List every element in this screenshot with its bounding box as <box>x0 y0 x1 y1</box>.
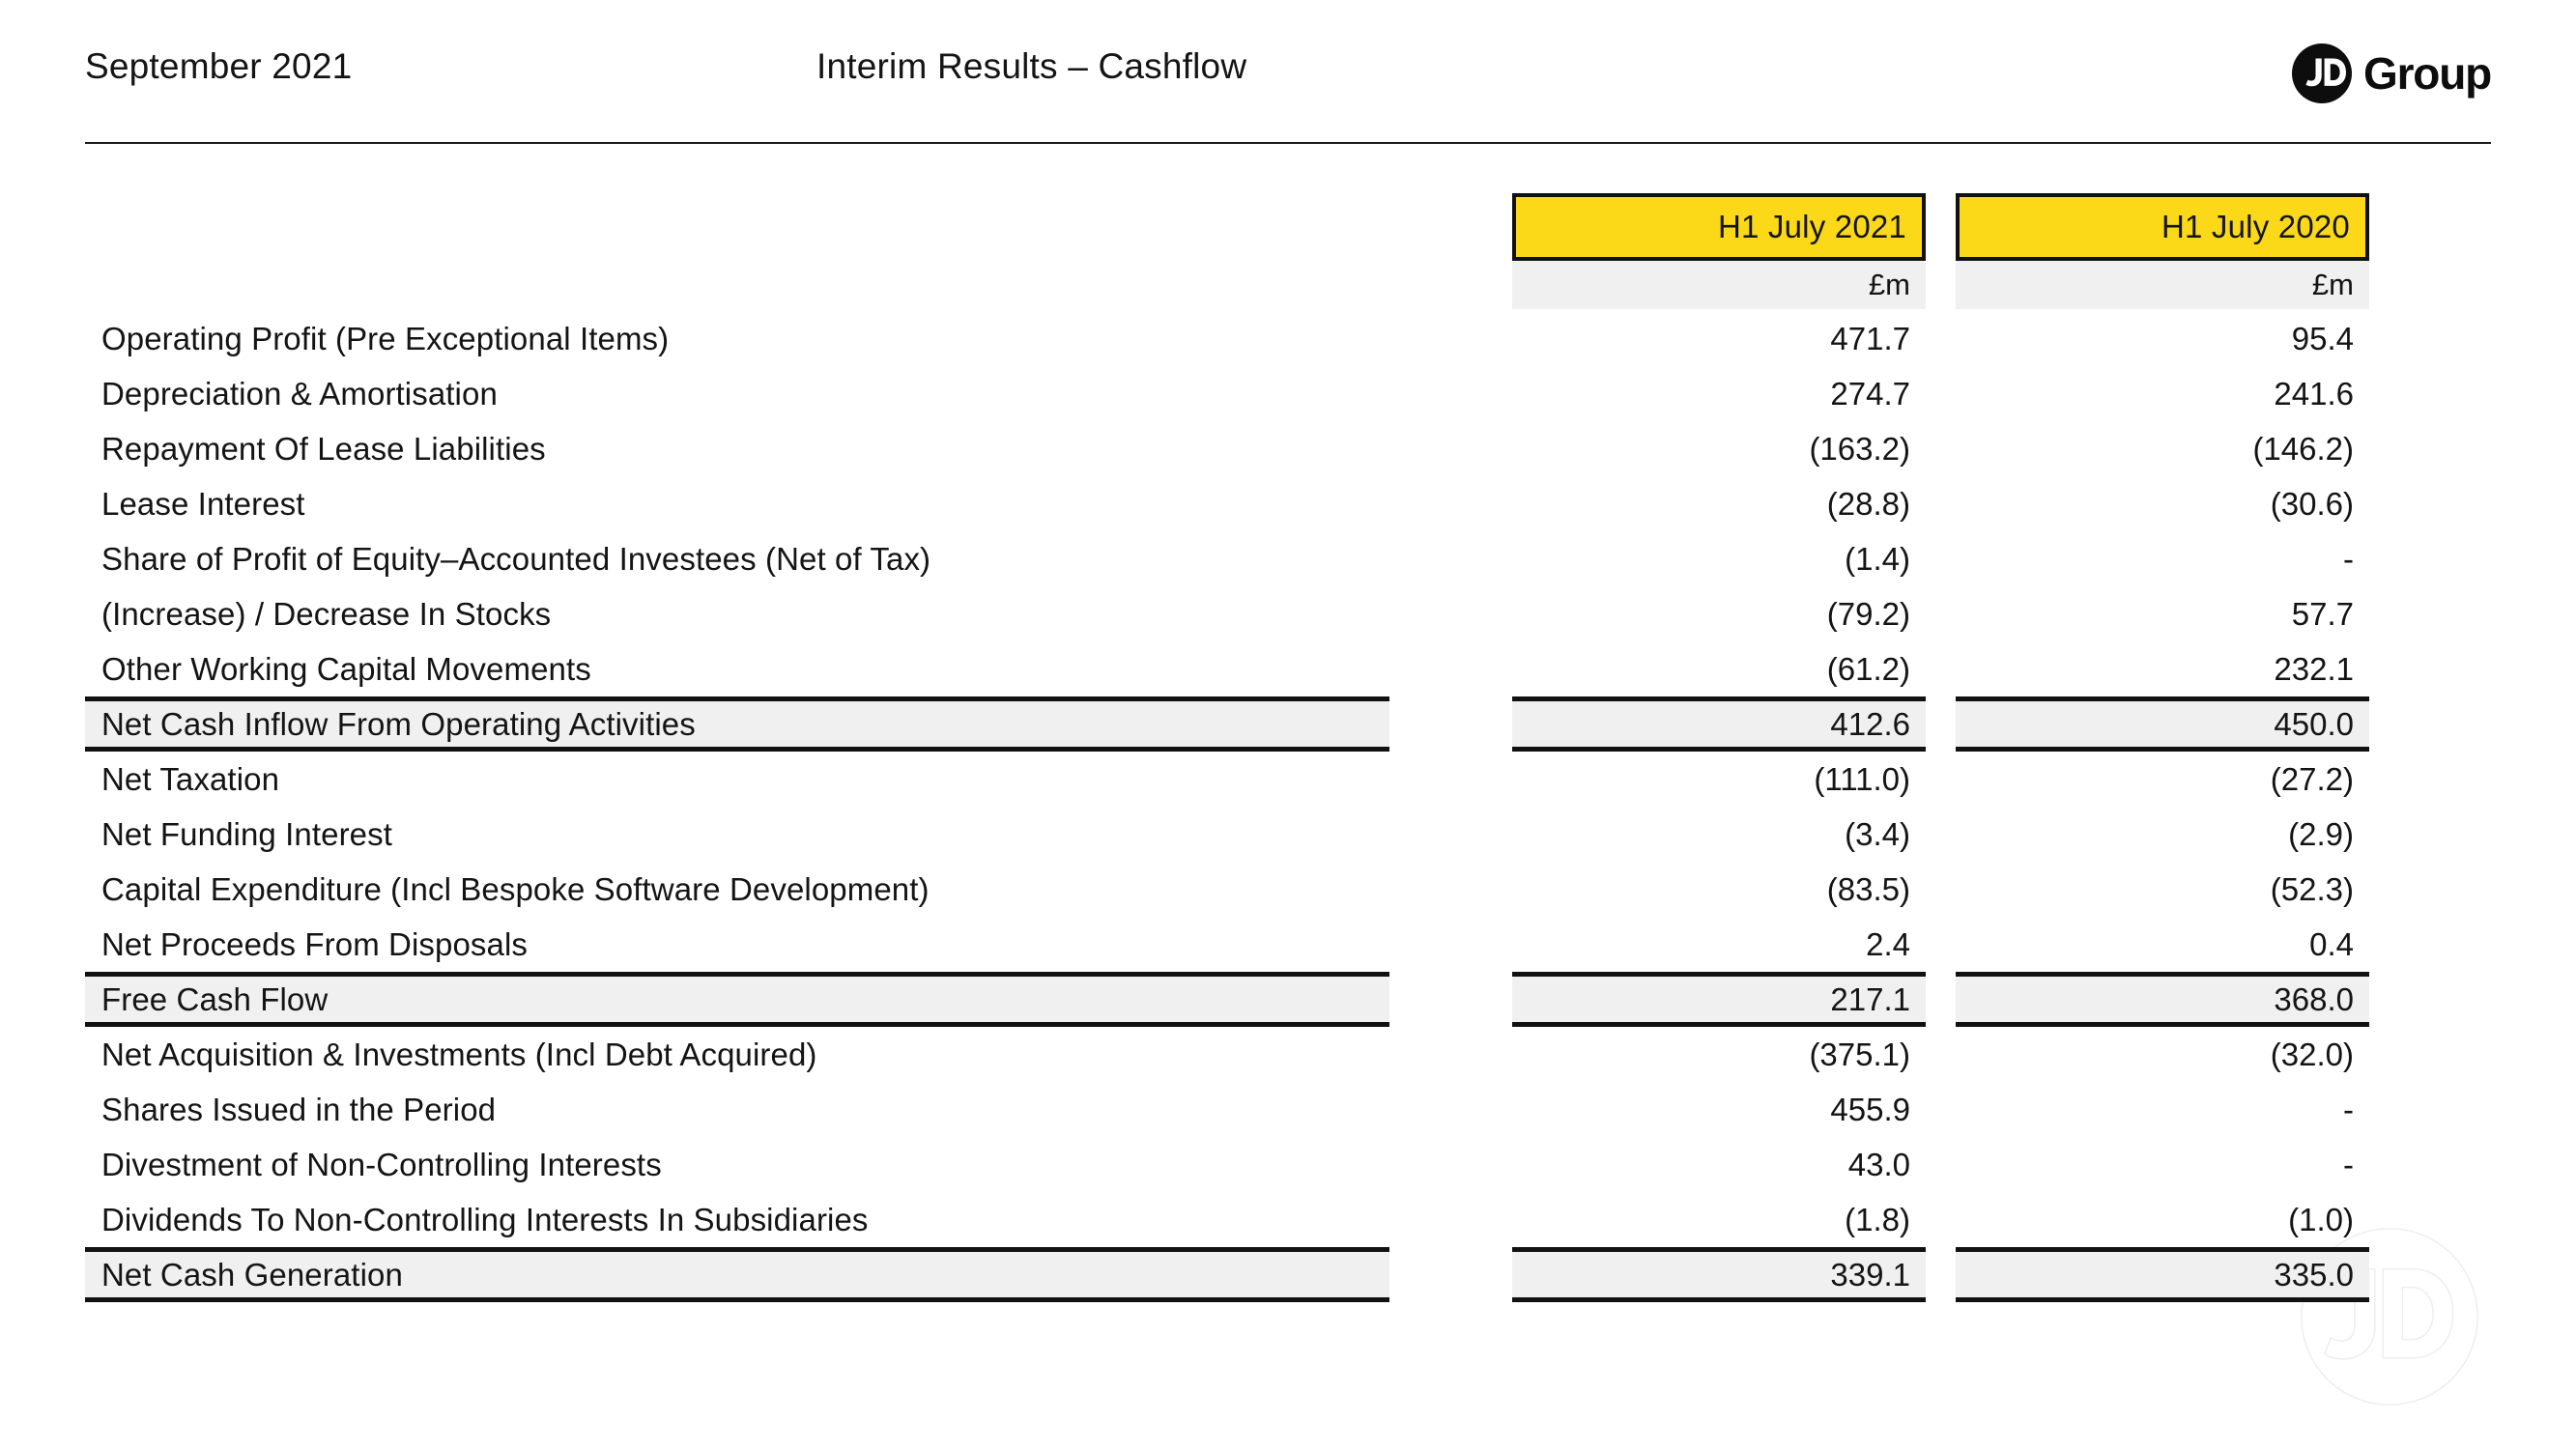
table-row: Divestment of Non-Controlling Interests 4… <box>0 1137 2576 1192</box>
table-row: Shares Issued in the Period 455.9 - <box>0 1082 2576 1137</box>
table-header-row: H1 July 2021 £m H1 July 2020 £m <box>0 193 2576 311</box>
row-value-col0: (375.1) <box>1809 1036 1910 1072</box>
row-label: Shares Issued in the Period <box>101 1091 497 1127</box>
row-label: Net Acquisition & Investments (Incl Debt… <box>101 1036 817 1072</box>
row-value-col0: (163.2) <box>1809 430 1910 467</box>
table-row: Dividends To Non-Controlling Interests I… <box>0 1192 2576 1247</box>
row-value-col1: 0.4 <box>2309 925 2354 962</box>
row-label: Net Proceeds From Disposals <box>101 925 529 962</box>
row-value-col0: (3.4) <box>1845 815 1910 852</box>
row-value-col1: 368.0 <box>1956 972 2369 1027</box>
row-value-col1: 335.0 <box>1956 1247 2369 1302</box>
row-label: Other Working Capital Movements <box>101 650 591 687</box>
table-row: Net Taxation (111.0) (27.2) <box>0 752 2576 807</box>
row-value-col1: (146.2) <box>2252 430 2354 467</box>
row-label: Operating Profit (Pre Exceptional Items) <box>101 320 670 356</box>
column-unit-label: £m <box>1512 261 1926 309</box>
table-subtotal-row: Net Cash Inflow From Operating Activitie… <box>0 696 2576 752</box>
row-value-col1: 241.6 <box>2274 375 2354 412</box>
row-value-col0: 455.9 <box>1830 1091 1910 1127</box>
row-value-col0: (61.2) <box>1826 650 1910 687</box>
row-value-col0: 274.7 <box>1830 375 1910 412</box>
row-value-col1: (30.6) <box>2270 485 2354 522</box>
table-row: Operating Profit (Pre Exceptional Items)… <box>0 311 2576 366</box>
row-label: Share of Profit of Equity–Accounted Inve… <box>101 540 931 577</box>
jd-roundel-icon <box>2292 43 2353 103</box>
table-subtotal-row: Net Cash Generation 339.1 335.0 <box>0 1247 2576 1302</box>
table-subtotal-row: Free Cash Flow 217.1 368.0 <box>0 972 2576 1027</box>
brand-wordmark: Group <box>2363 48 2492 99</box>
table-row: Capital Expenditure (Incl Bespoke Softwa… <box>0 862 2576 917</box>
table-row: Depreciation & Amortisation 274.7 241.6 <box>0 366 2576 421</box>
row-value-col1: (52.3) <box>2270 870 2354 907</box>
row-value-col0: 2.4 <box>1866 925 1910 962</box>
row-value-col1: - <box>2343 1146 2354 1182</box>
slide-header: September 2021 Interim Results – Cashflo… <box>0 0 2576 145</box>
row-value-col1: 57.7 <box>2291 595 2354 632</box>
jd-group-logo: Group <box>2292 43 2492 103</box>
row-value-col0: 412.6 <box>1512 696 1926 752</box>
table-row: Share of Profit of Equity–Accounted Inve… <box>0 531 2576 586</box>
row-value-col0: (1.4) <box>1845 540 1910 577</box>
row-label: Free Cash Flow <box>85 972 1389 1027</box>
table-body: Operating Profit (Pre Exceptional Items)… <box>0 311 2576 1302</box>
row-value-col1: (2.9) <box>2288 815 2354 852</box>
row-value-col0: 43.0 <box>1847 1146 1910 1182</box>
row-label: Net Funding Interest <box>101 815 392 852</box>
row-label: Dividends To Non-Controlling Interests I… <box>101 1201 869 1237</box>
row-label: Net Cash Generation <box>85 1247 1389 1302</box>
row-label: Repayment Of Lease Liabilities <box>101 430 546 467</box>
row-value-col1: (27.2) <box>2270 760 2354 797</box>
row-label: Net Cash Inflow From Operating Activitie… <box>85 696 1389 752</box>
header-divider <box>85 142 2491 144</box>
row-label: Capital Expenditure (Incl Bespoke Softwa… <box>101 870 930 907</box>
row-value-col0: 217.1 <box>1512 972 1926 1027</box>
table-row: Net Proceeds From Disposals 2.4 0.4 <box>0 917 2576 972</box>
row-label: Divestment of Non-Controlling Interests <box>101 1146 662 1182</box>
row-value-col1: - <box>2343 1091 2354 1127</box>
row-value-col0: (83.5) <box>1826 870 1910 907</box>
row-value-col0: 339.1 <box>1512 1247 1926 1302</box>
table-row: Net Acquisition & Investments (Incl Debt… <box>0 1027 2576 1082</box>
row-value-col1: (32.0) <box>2270 1036 2354 1072</box>
row-value-col0: (28.8) <box>1826 485 1910 522</box>
column-year-label: H1 July 2021 <box>1512 193 1926 261</box>
column-header-h1-2021: H1 July 2021 £m <box>1512 193 1926 309</box>
row-value-col1: 232.1 <box>2274 650 2354 687</box>
row-label: Lease Interest <box>101 485 305 522</box>
row-value-col0: (79.2) <box>1826 595 1910 632</box>
slide-title: Interim Results – Cashflow <box>816 46 1247 86</box>
row-value-col0: 471.7 <box>1830 320 1910 356</box>
table-row: Other Working Capital Movements (61.2) 232… <box>0 641 2576 696</box>
row-value-col0: (111.0) <box>1814 760 1910 797</box>
row-value-col1: 95.4 <box>2291 320 2354 356</box>
row-value-col1: (1.0) <box>2288 1201 2354 1237</box>
row-label: Depreciation & Amortisation <box>101 375 498 412</box>
table-row: Repayment Of Lease Liabilities (163.2) (14… <box>0 421 2576 476</box>
column-header-h1-2020: H1 July 2020 £m <box>1956 193 2369 309</box>
table-row: Net Funding Interest (3.4) (2.9) <box>0 807 2576 862</box>
table-row: (Increase) / Decrease In Stocks (79.2) 57.… <box>0 586 2576 641</box>
slide-date: September 2021 <box>85 46 353 86</box>
row-value-col1: - <box>2343 540 2354 577</box>
column-year-label: H1 July 2020 <box>1956 193 2369 261</box>
row-value-col1: 450.0 <box>1956 696 2369 752</box>
row-label: (Increase) / Decrease In Stocks <box>101 595 552 632</box>
cashflow-table: H1 July 2021 £m H1 July 2020 £m Operatin… <box>0 193 2576 1302</box>
column-unit-label: £m <box>1956 261 2369 309</box>
row-label: Net Taxation <box>101 760 280 797</box>
row-value-col0: (1.8) <box>1845 1201 1910 1237</box>
table-row: Lease Interest (28.8) (30.6) <box>0 476 2576 531</box>
